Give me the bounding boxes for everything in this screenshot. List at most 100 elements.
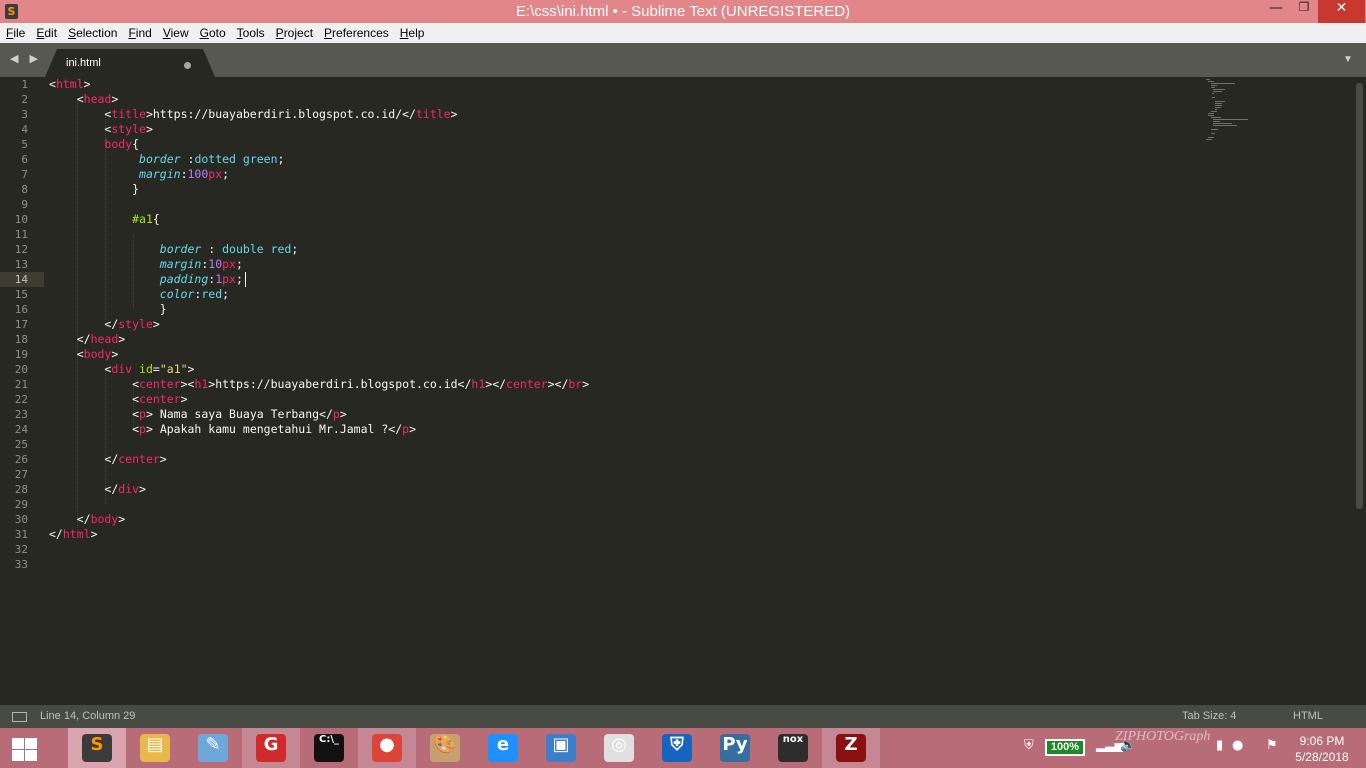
close-button[interactable]: ✕ <box>1318 0 1365 23</box>
windows-defender-glyph: ⛨ <box>670 734 684 755</box>
code-line-13: margin:10px; <box>159 257 243 271</box>
start-button[interactable] <box>10 737 38 761</box>
line-number: 1 <box>21 78 28 91</box>
minimap-line <box>1211 85 1217 86</box>
menu-help[interactable]: Help <box>400 23 425 43</box>
taskbar-windows-defender[interactable]: ⛨ <box>648 728 706 768</box>
code-line-18: </head> <box>76 332 126 346</box>
taskbar-command-prompt[interactable]: C:\_ <box>300 728 358 768</box>
minimap-line <box>1211 83 1236 84</box>
code-line-16: } <box>159 302 167 316</box>
minimap-line <box>1213 125 1238 126</box>
battery-badge[interactable]: 100% <box>1045 739 1085 756</box>
unsaved-dot-icon[interactable] <box>184 62 191 69</box>
line-number: 31 <box>14 528 28 541</box>
shield-tray-icon[interactable]: ⛨ <box>1024 738 1034 753</box>
line-number: 24 <box>14 423 28 436</box>
tab-ini-html[interactable]: ini.html <box>45 49 215 77</box>
code-line-19: <body> <box>76 347 119 361</box>
menu-tools[interactable]: Tools <box>237 23 265 43</box>
menu-preferences[interactable]: Preferences <box>324 23 389 43</box>
tab-dropdown-icon[interactable]: ▼ <box>1343 54 1353 65</box>
taskbar-garena[interactable]: G <box>242 728 300 768</box>
menu-project[interactable]: Project <box>276 23 313 43</box>
tab-size-selector[interactable]: Tab Size: 4 <box>1182 710 1236 722</box>
line-number: 29 <box>14 498 28 511</box>
line-number: 22 <box>14 393 28 406</box>
minimap-line <box>1211 111 1217 112</box>
taskbar-compass[interactable]: ◎ <box>590 728 648 768</box>
code-line-15: color:red; <box>159 287 230 301</box>
clock-date[interactable]: 5/28/2018 <box>1292 750 1352 764</box>
menu-selection[interactable]: Selection <box>68 23 117 43</box>
menu-goto[interactable]: Goto <box>200 23 226 43</box>
minimap-line <box>1206 79 1211 80</box>
minimap-line <box>1208 81 1214 82</box>
game-z-glyph: Z <box>844 734 858 755</box>
taskbar-chrome[interactable]: ● <box>358 728 416 768</box>
code-line-21: <center><h1>https://buayaberdiri.blogspo… <box>132 377 590 391</box>
tab-label: ini.html <box>66 57 101 69</box>
taskbar-nox[interactable]: nox <box>764 728 822 768</box>
line-number: 17 <box>14 318 28 331</box>
line-number: 14 <box>14 273 28 286</box>
tab-nav-arrows-icon[interactable]: ◀ ▶ <box>10 52 42 65</box>
system-tray: ⛨ 100% ▂▃▅ 🔈 ZIPHOTOGraph ▮ ● ⚑ 9:06 PM … <box>1020 728 1366 768</box>
code-line-5: body{ <box>104 137 140 151</box>
watermark-text: ZIPHOTOGraph <box>1115 729 1211 744</box>
minimap[interactable] <box>1198 77 1353 147</box>
taskbar-python[interactable]: Py <box>706 728 764 768</box>
menu-file[interactable]: File <box>6 23 25 43</box>
menu-edit[interactable]: Edit <box>36 23 57 43</box>
panel-toggle-icon[interactable] <box>12 712 27 722</box>
flag-icon[interactable]: ⚑ <box>1266 738 1278 753</box>
line-number: 12 <box>14 243 28 256</box>
minimap-line <box>1212 93 1214 94</box>
taskbar: S ▤ ✎ G C:\_ ● 🎨 e ▣ ◎ ⛨ Py nox Z ⛨ 100% ▂▃▅ 🔈 ZIPHOT… <box>0 728 1366 768</box>
text-cursor <box>245 272 246 287</box>
command-prompt-glyph: C:\_ <box>319 734 339 745</box>
nox-glyph: nox <box>782 734 804 745</box>
code-line-3: <title>https://buayaberdiri.blogspot.co.… <box>104 107 458 121</box>
minimize-button[interactable]: — <box>1262 0 1290 23</box>
clock-time[interactable]: 9:06 PM <box>1292 734 1352 748</box>
code-editor[interactable]: <html> <head> <title>https://buayaberdir… <box>49 77 1189 705</box>
code-line-17: </style> <box>104 317 160 331</box>
minimap-line <box>1215 109 1217 110</box>
minimap-line <box>1213 91 1222 92</box>
line-number: 18 <box>14 333 28 346</box>
line-number: 28 <box>14 483 28 496</box>
cursor-position: Line 14, Column 29 <box>40 710 136 722</box>
line-number: 26 <box>14 453 28 466</box>
tray-chrome-icon[interactable]: ● <box>1232 738 1243 753</box>
taskbar-file-explorer[interactable]: ▤ <box>126 728 184 768</box>
syntax-selector[interactable]: HTML <box>1293 710 1323 722</box>
line-number: 23 <box>14 408 28 421</box>
windows-logo-icon <box>12 738 24 749</box>
taskbar-notepad[interactable]: ✎ <box>184 728 242 768</box>
menu-view[interactable]: View <box>163 23 189 43</box>
taskbar-internet-explorer[interactable]: e <box>474 728 532 768</box>
line-number: 33 <box>14 558 28 571</box>
maximize-button[interactable]: ❐ <box>1290 0 1318 23</box>
minimap-line <box>1212 97 1216 98</box>
taskbar-sublime-text[interactable]: S <box>68 728 126 768</box>
line-number: 2 <box>21 93 28 106</box>
minimap-line <box>1213 121 1220 122</box>
line-number: 25 <box>14 438 28 451</box>
line-number: 5 <box>21 138 28 151</box>
minimap-line <box>1211 87 1216 88</box>
taskbar-remote-desktop[interactable]: ▣ <box>532 728 590 768</box>
tray-app-icon[interactable]: ▮ <box>1216 738 1223 753</box>
vertical-scrollbar[interactable] <box>1354 77 1366 705</box>
line-number: 9 <box>21 198 28 211</box>
minimap-line <box>1211 129 1218 130</box>
line-number: 30 <box>14 513 28 526</box>
minimap-line <box>1208 113 1214 114</box>
internet-explorer-glyph: e <box>496 734 510 755</box>
taskbar-game-z[interactable]: Z <box>822 728 880 768</box>
menu-find[interactable]: Find <box>128 23 151 43</box>
taskbar-paint[interactable]: 🎨 <box>416 728 474 768</box>
line-number: 7 <box>21 168 28 181</box>
scrollbar-thumb[interactable] <box>1356 83 1363 509</box>
